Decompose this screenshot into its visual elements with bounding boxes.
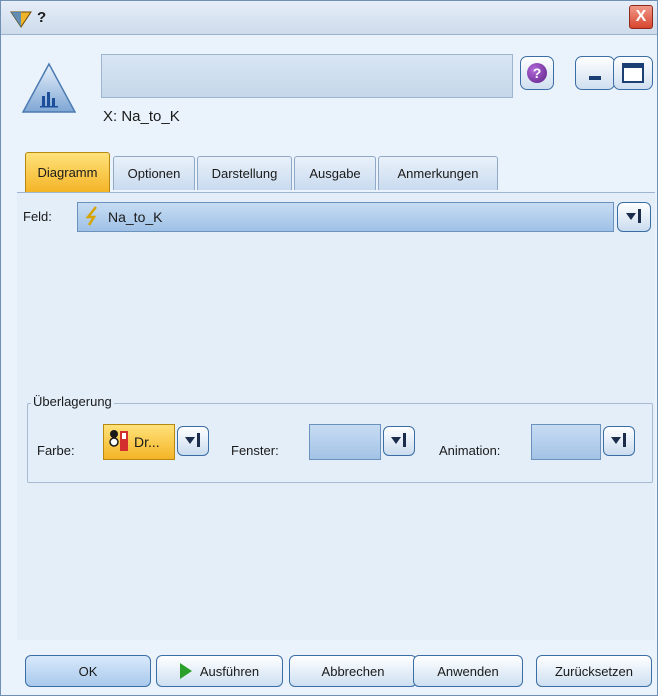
cancel-button[interactable]: Abbrechen (289, 655, 417, 687)
chevron-down-icon (624, 207, 644, 228)
minimize-button[interactable] (575, 56, 615, 90)
field-label: Feld: (23, 209, 52, 224)
tab-optionen[interactable]: Optionen (113, 156, 195, 190)
minimize-icon (589, 76, 601, 80)
tab-bar: Diagramm Optionen Darstellung Ausgabe An… (1, 144, 657, 192)
ok-button[interactable]: OK (25, 655, 151, 687)
color-dropdown-button[interactable] (177, 426, 209, 456)
node-label: X: Na_to_K (103, 108, 180, 125)
animation-label: Animation: (439, 443, 501, 458)
node-header: ? X: Na_to_K (1, 36, 657, 144)
run-button[interactable]: Ausführen (156, 655, 283, 687)
maximize-button[interactable] (613, 56, 653, 90)
histogram-node-icon (21, 62, 77, 114)
chevron-down-icon (609, 431, 629, 452)
chevron-down-icon (389, 431, 409, 452)
tab-ausgabe[interactable]: Ausgabe (294, 156, 376, 190)
window-title: ? (37, 9, 47, 26)
close-button[interactable]: X (629, 5, 653, 29)
help-icon: ? (527, 63, 547, 83)
color-label: Farbe: (37, 443, 75, 458)
reset-button[interactable]: Zurücksetzen (536, 655, 652, 687)
dialog-window: ? X ? X: Na_to_K Diagramm Optionen Darst… (0, 0, 658, 696)
animation-overlay-select[interactable] (531, 424, 601, 460)
play-icon (179, 663, 192, 679)
range-field-icon (84, 205, 102, 229)
flag-field-icon (108, 429, 130, 456)
tab-darstellung[interactable]: Darstellung (197, 156, 292, 190)
field-dropdown-button[interactable] (617, 202, 651, 232)
title-bar[interactable]: ? X (1, 1, 657, 35)
run-button-label: Ausführen (199, 663, 260, 679)
tab-anmerkungen[interactable]: Anmerkungen (378, 156, 498, 190)
node-name-field[interactable] (101, 54, 513, 98)
field-value: Na_to_K (108, 209, 163, 225)
apply-button[interactable]: Anwenden (413, 655, 523, 687)
help-button[interactable]: ? (520, 56, 554, 90)
tab-diagramm[interactable]: Diagramm (25, 152, 110, 192)
button-bar: OK Ausführen Abbrechen Anwenden Zurückse… (1, 640, 657, 695)
panel-label: Fenster: (231, 443, 279, 458)
field-select[interactable]: Na_to_K (77, 202, 614, 232)
maximize-icon (622, 63, 644, 83)
animation-dropdown-button[interactable] (603, 426, 635, 456)
panel-overlay-select[interactable] (309, 424, 381, 460)
panel-dropdown-button[interactable] (383, 426, 415, 456)
color-overlay-select[interactable]: Dr... (103, 424, 175, 460)
diamond-icon (9, 10, 33, 28)
tab-content-diagramm: Feld: Na_to_K Überlagerung Farbe: Dr... … (17, 192, 655, 640)
color-overlay-value: Dr... (134, 434, 160, 450)
chevron-down-icon (183, 431, 203, 452)
overlay-group-title: Überlagerung (31, 394, 114, 409)
